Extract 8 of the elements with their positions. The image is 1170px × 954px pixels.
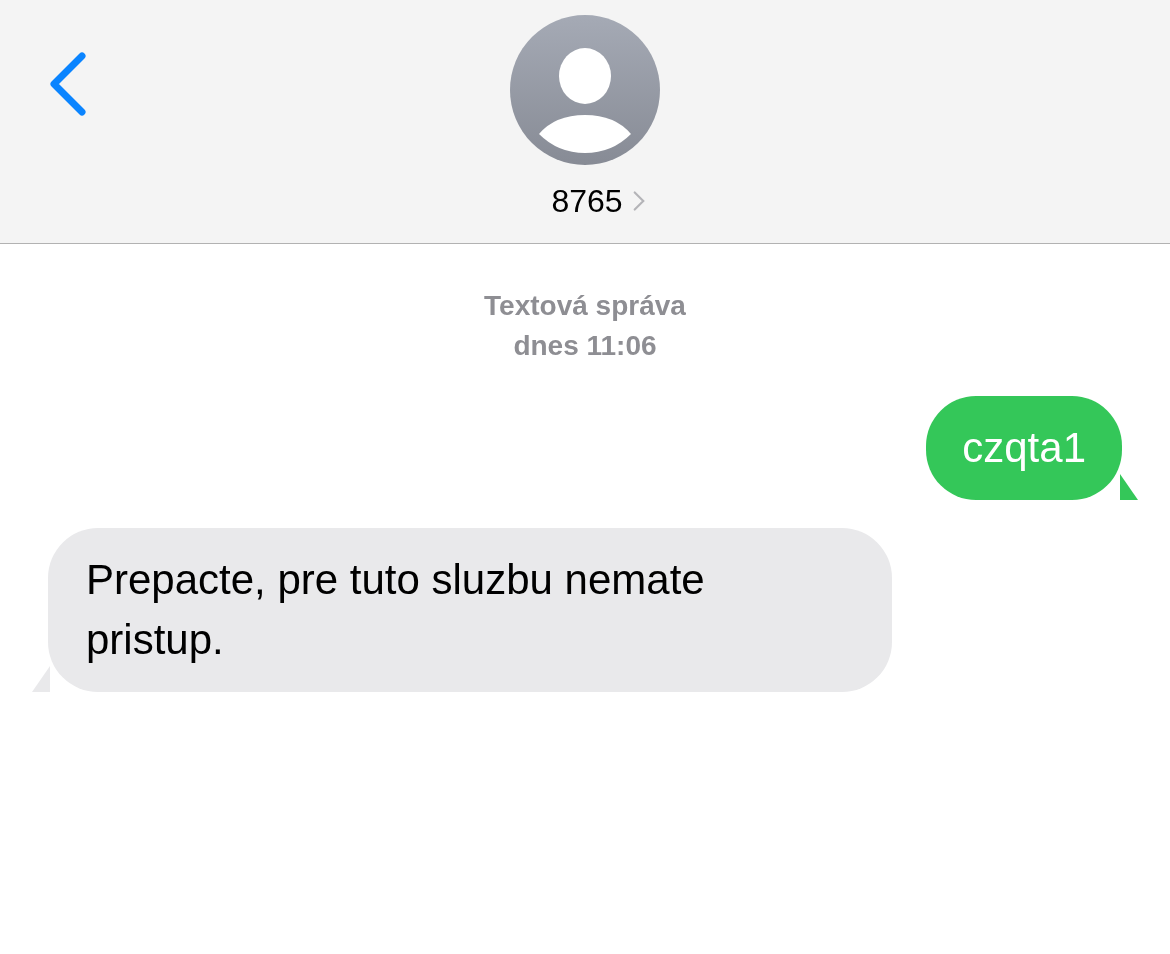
message-bubble: Prepacte, pre tuto sluzbu nemate pristup. xyxy=(48,528,892,692)
contact-name[interactable]: 8765 xyxy=(551,183,623,219)
message-type-label: Textová správa xyxy=(484,289,686,323)
avatar-icon[interactable] xyxy=(510,15,660,165)
chevron-icon[interactable] xyxy=(632,190,645,212)
back-icon[interactable] xyxy=(48,52,88,116)
timestamp: dnes 11:06 xyxy=(513,329,657,363)
message-bubble: czqta1 xyxy=(926,396,1122,500)
